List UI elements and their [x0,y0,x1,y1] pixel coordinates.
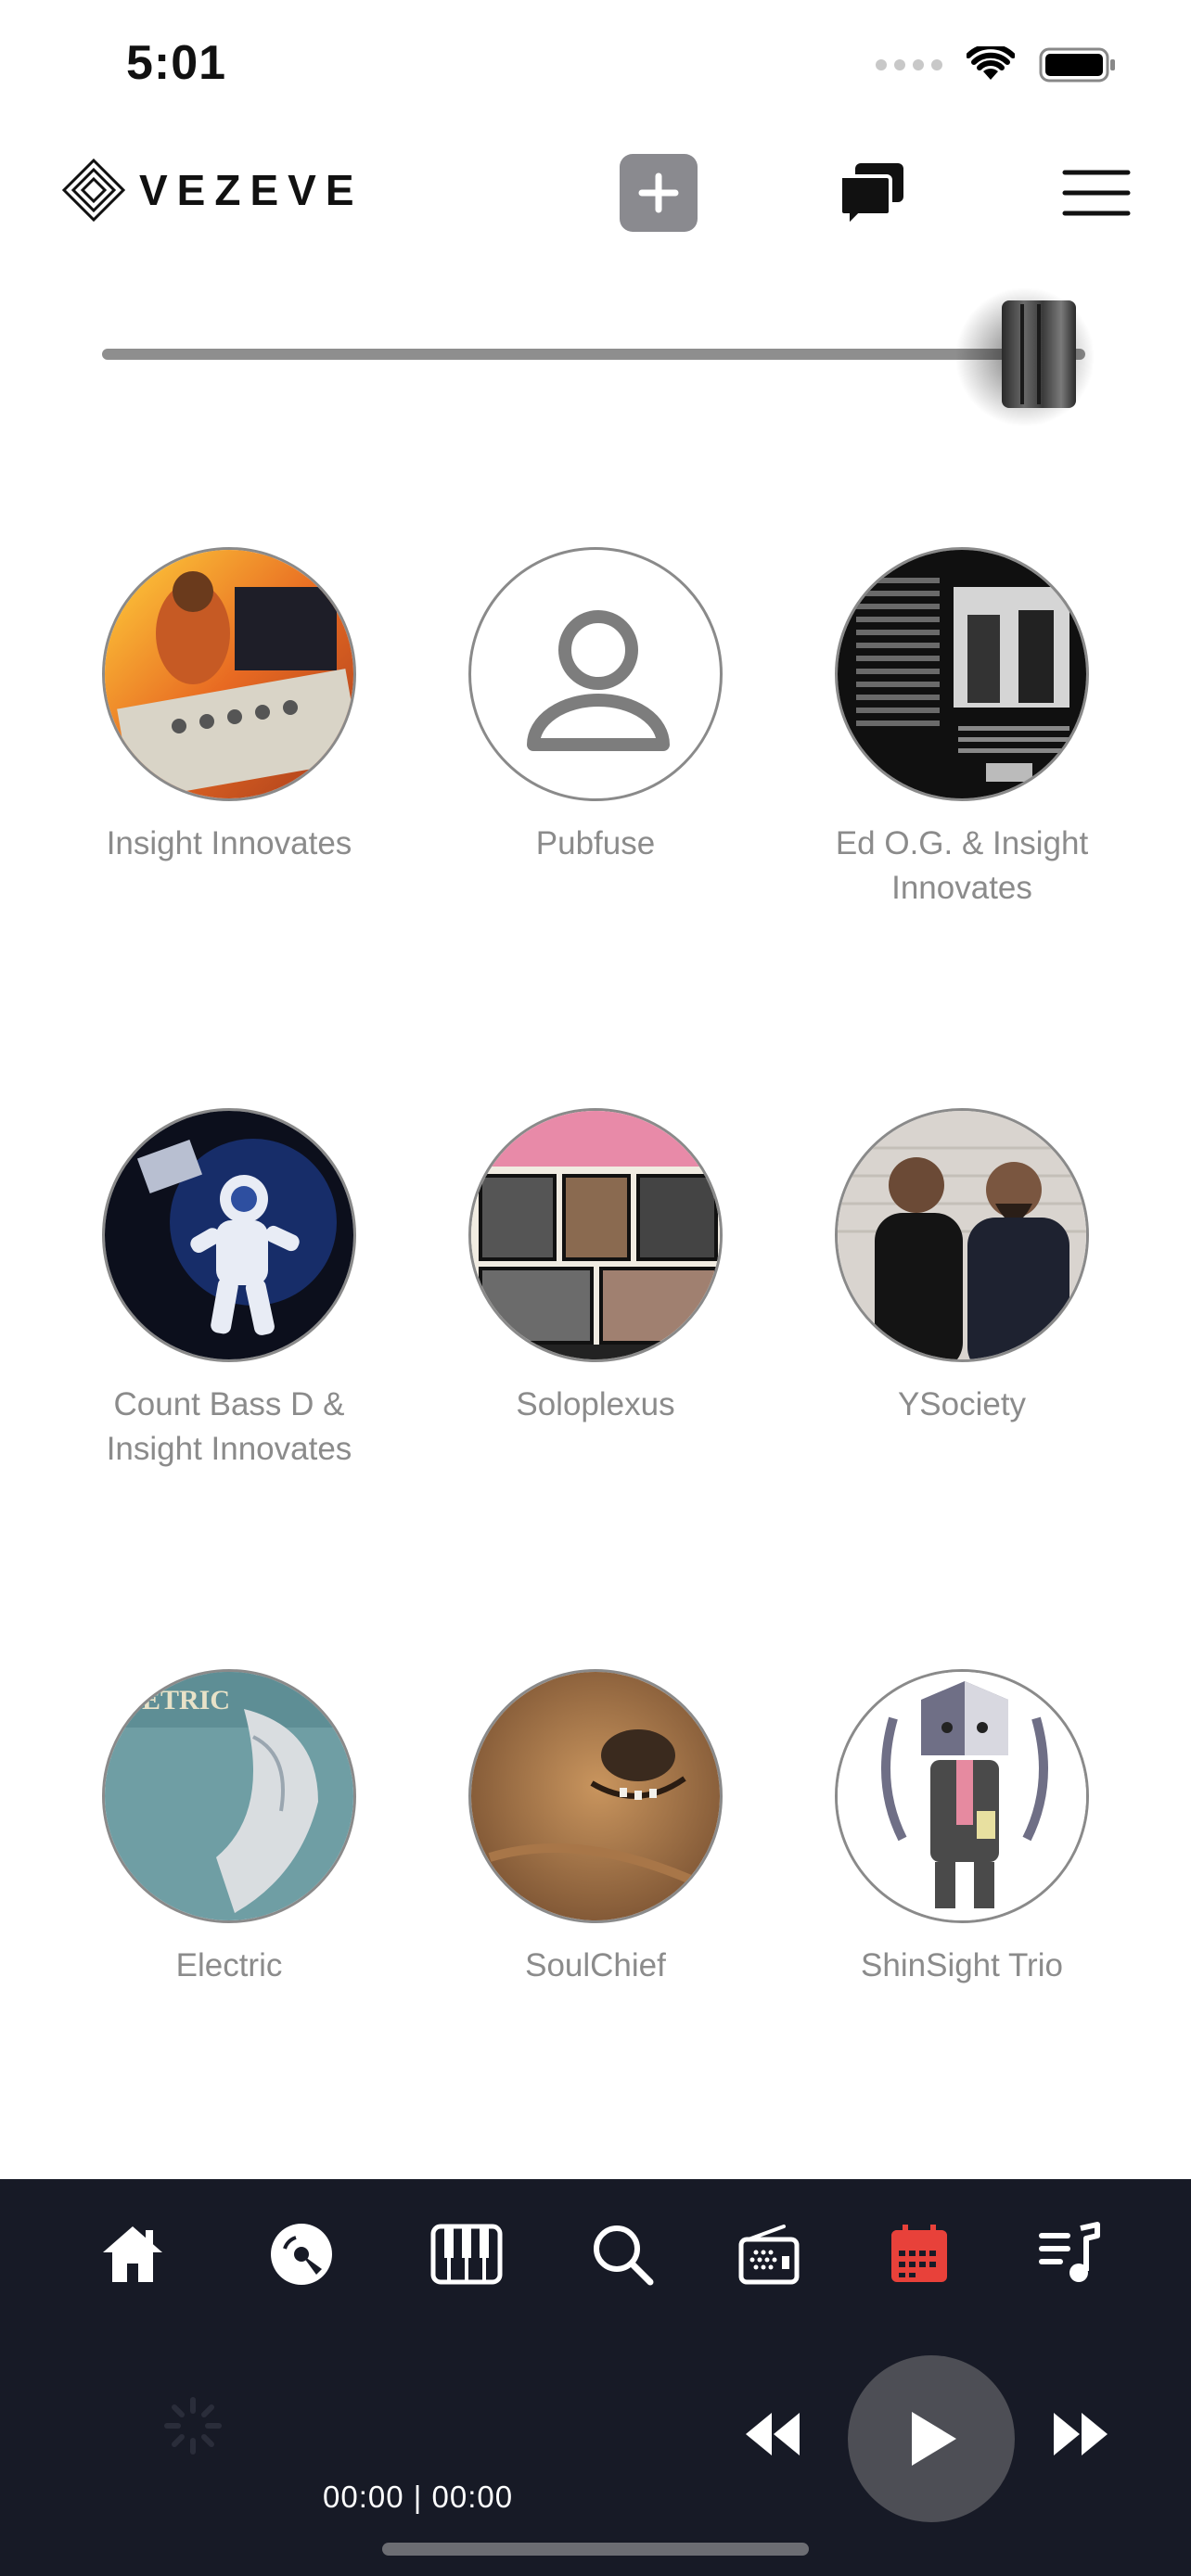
tab-home[interactable] [91,2213,174,2296]
artist-card[interactable]: Soloplexus [413,1108,778,1427]
logo[interactable]: VEZEVE [61,158,364,223]
tab-instruments[interactable] [425,2213,508,2296]
tab-playlist[interactable] [1028,2213,1111,2296]
artist-avatar[interactable] [835,1108,1089,1362]
battery-icon [1039,47,1115,83]
loading-spinner-icon [164,2397,222,2455]
messages-button[interactable] [835,158,909,232]
play-icon [912,2412,956,2466]
playlist-icon [1039,2222,1100,2282]
status-icons [876,46,1117,83]
diamond-logo-icon [61,158,126,223]
wifi-icon [967,46,1015,80]
bottom-tab-bar: 00:00 | 00:00 [0,2179,1191,2576]
artist-card[interactable]: Count Bass D & Insight Innovates [46,1108,412,1472]
menu-button[interactable] [1061,165,1132,221]
artist-card[interactable]: ShinSight Trio [779,1669,1145,1988]
svg-text:ETRIC: ETRIC [142,1685,230,1715]
artist-card[interactable]: YSociety [779,1108,1145,1427]
artist-name: YSociety [897,1386,1027,1422]
tab-radio[interactable] [727,2213,811,2296]
logo-text: VEZEVE [139,166,364,214]
artist-avatar[interactable] [468,1108,723,1362]
playback-time: 00:00 | 00:00 [323,2480,514,2514]
artist-avatar[interactable]: ETRIC [102,1669,356,1923]
artist-avatar[interactable] [468,547,723,801]
artist-name: Soloplexus [516,1386,675,1422]
artist-name: Ed O.G. & Insight Innovates [835,825,1089,906]
play-button[interactable] [848,2355,1015,2522]
artist-name: SoulChief [525,1947,666,1983]
person-placeholder-icon [527,610,670,751]
status-bar: 5:01 [0,0,1191,130]
chat-bubbles-icon [839,163,903,231]
slider-track[interactable] [102,349,1085,360]
zoom-slider[interactable] [102,278,1104,427]
fast-forward-button[interactable] [1048,2402,1113,2467]
artist-avatar[interactable] [102,1108,356,1362]
radio-icon [738,2225,800,2285]
artist-avatar[interactable] [835,1669,1089,1923]
artist-name: Count Bass D & Insight Innovates [106,1386,352,1467]
tab-music[interactable] [260,2213,343,2296]
artist-name: Electric [175,1947,283,1983]
plus-icon [638,172,679,213]
hamburger-menu-icon [1062,170,1131,216]
artist-avatar[interactable] [468,1669,723,1923]
disc-icon [271,2224,332,2285]
rewind-button[interactable] [740,2402,805,2467]
search-icon [594,2225,654,2286]
tab-calendar[interactable] [877,2213,961,2296]
artist-name: Pubfuse [535,825,656,861]
artist-name: Insight Innovates [106,825,352,861]
calendar-icon [891,2225,947,2282]
slider-thumb[interactable] [955,287,1095,427]
artist-card[interactable]: Insight Innovates [46,547,412,866]
artist-card[interactable]: Ed O.G. & Insight Innovates [779,547,1145,911]
artist-avatar[interactable] [102,547,356,801]
piano-icon [430,2224,503,2285]
artist-card[interactable]: Pubfuse [413,547,778,866]
artist-name: ShinSight Trio [861,1947,1063,1983]
artist-card[interactable]: SoulChief [413,1669,778,1988]
signal-icon [876,59,942,70]
home-indicator [382,2543,809,2556]
tab-search[interactable] [581,2213,664,2296]
app-header: VEZEVE [0,139,1191,250]
artist-avatar[interactable] [835,547,1089,801]
home-icon [103,2226,162,2282]
artist-card[interactable]: ETRIC Electric [46,1669,412,1988]
add-button[interactable] [620,154,698,232]
status-time: 5:01 [126,36,227,90]
